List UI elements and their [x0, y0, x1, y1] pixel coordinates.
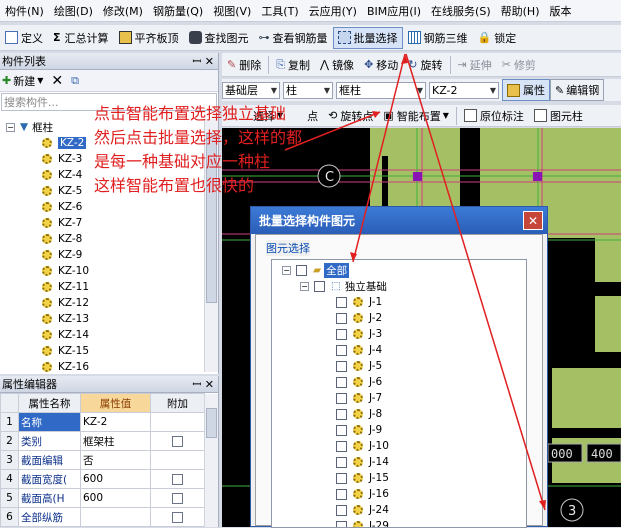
annotation-text: 点击智能布置选择独立基础 然后点击批量选择，这样的都 是每一种基础对应一种柱 这…	[94, 102, 302, 198]
annotation-line: 点击智能布置选择独立基础	[94, 102, 302, 126]
annotation-arrows	[0, 0, 621, 527]
annotation-line: 是每一种基础对应一种柱	[94, 150, 302, 174]
annotation-line: 然后点击批量选择，这样的都	[94, 126, 302, 150]
annotation-line: 这样智能布置也很快的	[94, 174, 302, 198]
